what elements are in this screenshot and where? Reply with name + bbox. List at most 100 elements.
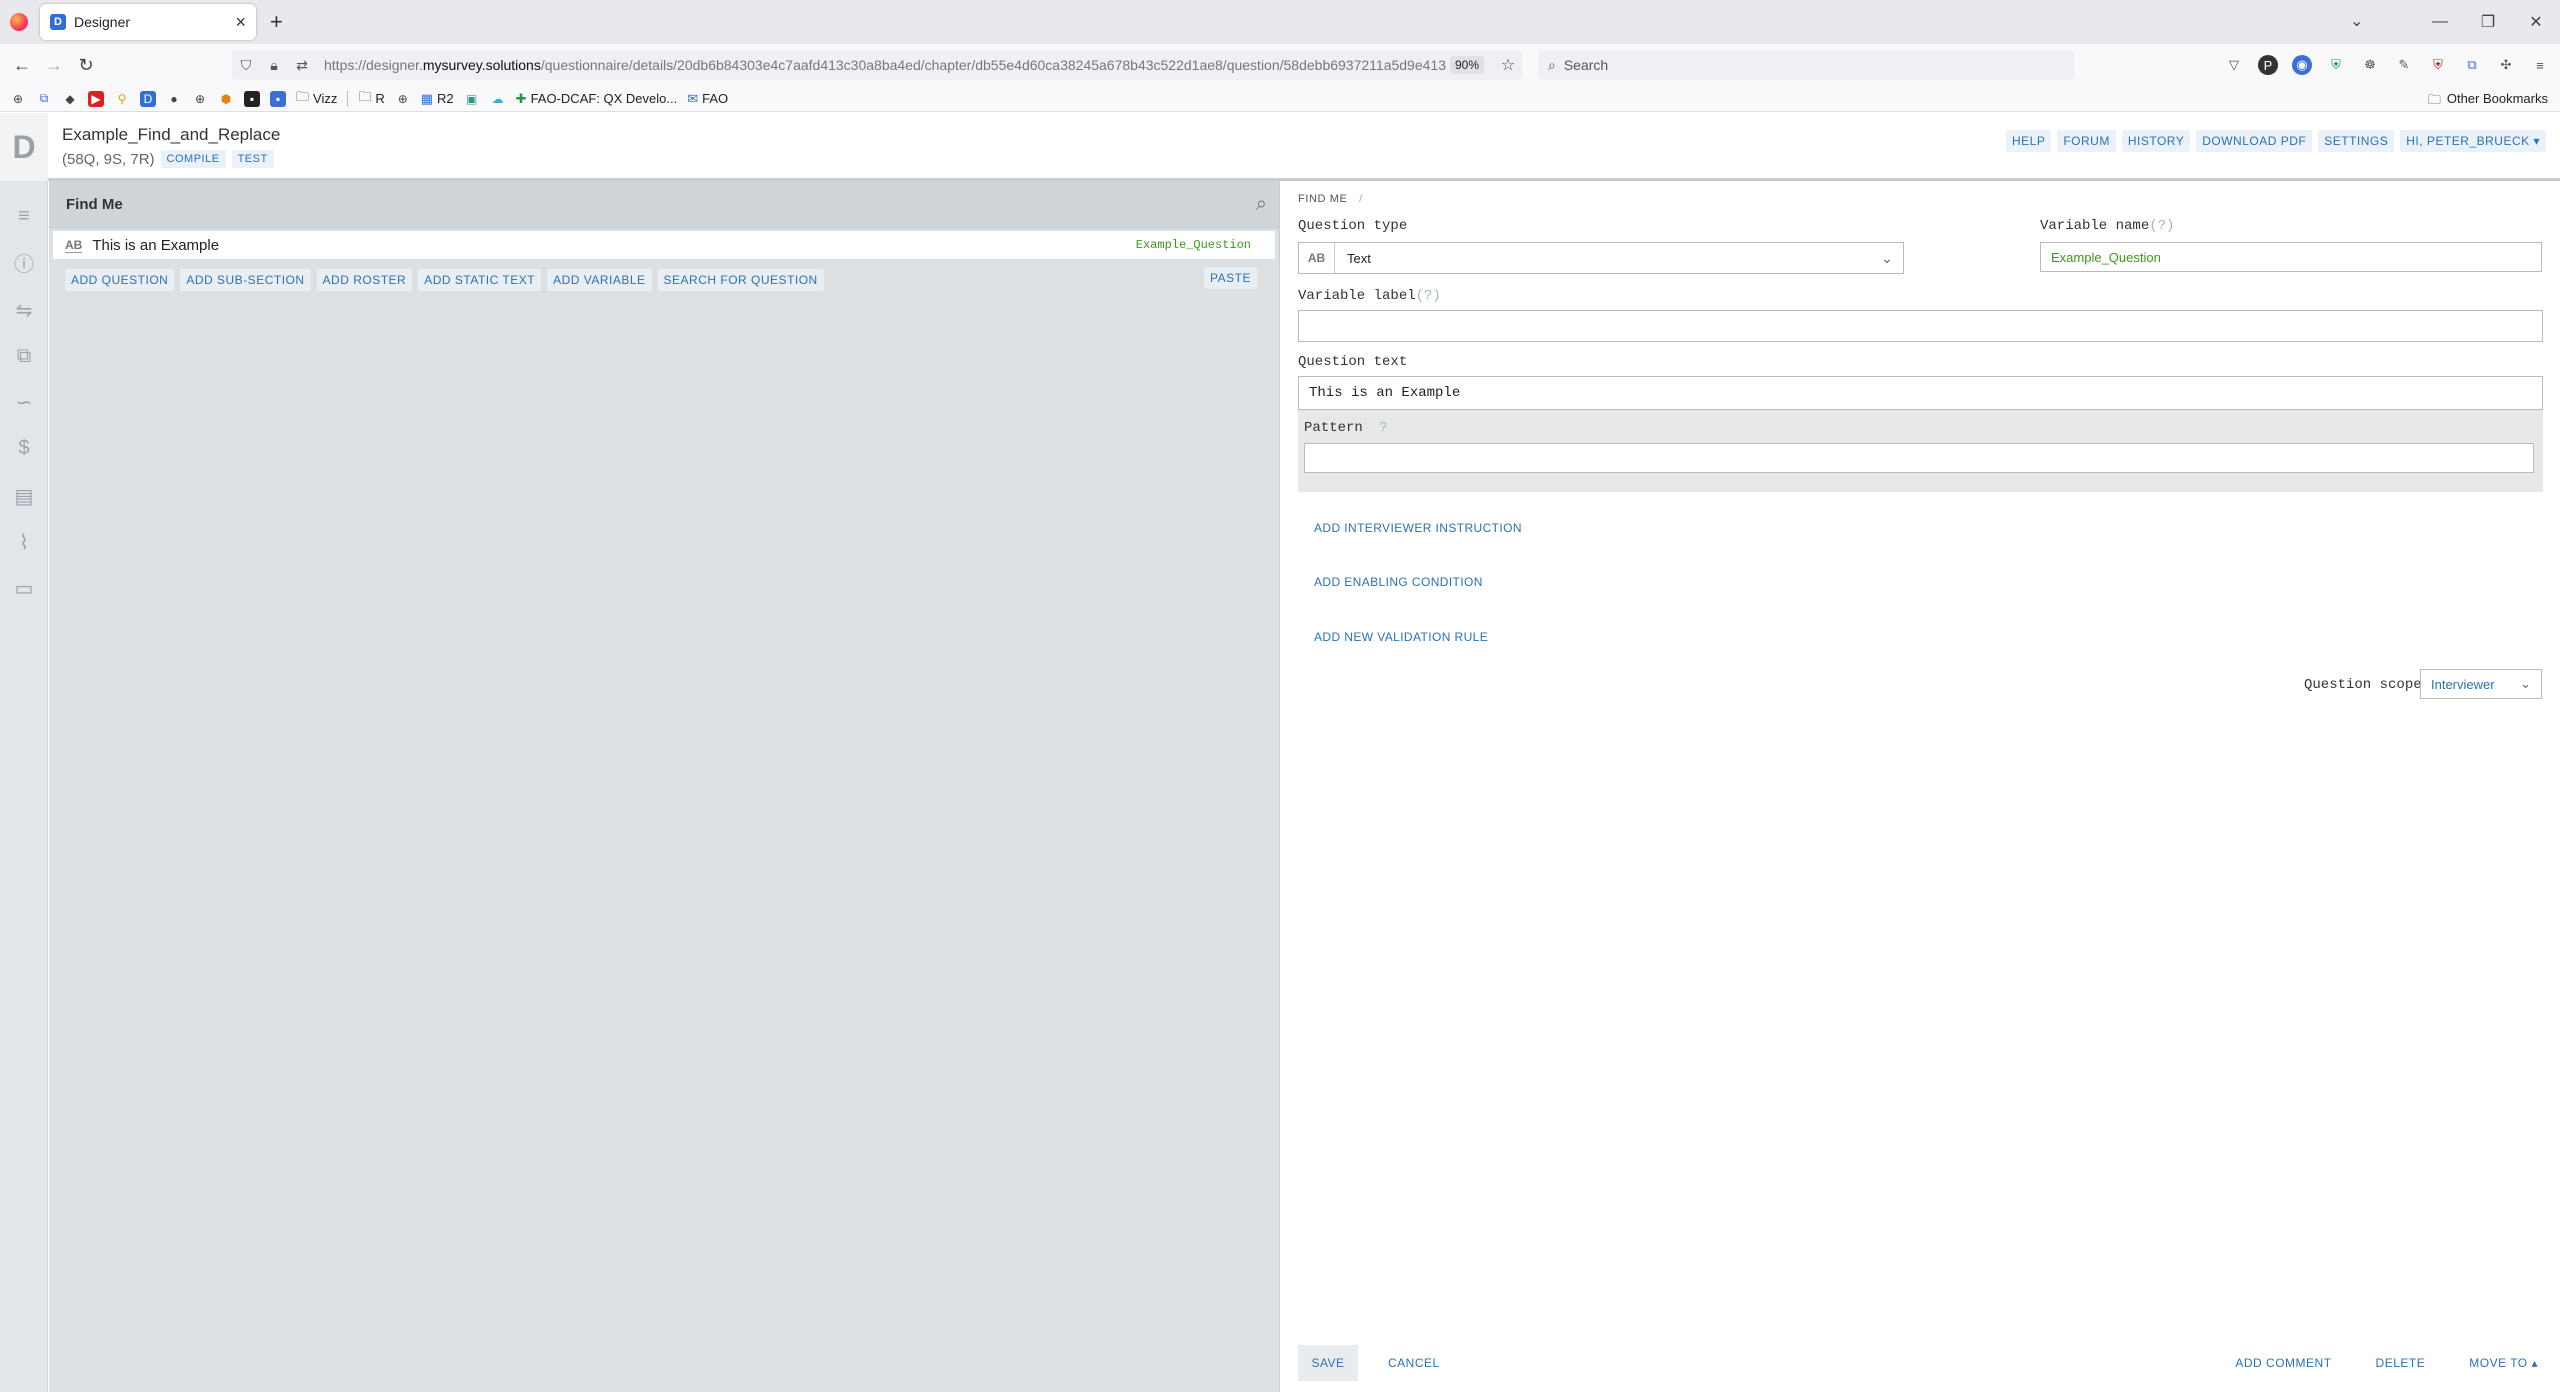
add-static-text-button[interactable]: ADD STATIC TEXT: [418, 269, 542, 291]
compile-button[interactable]: COMPILE: [160, 150, 226, 168]
attachments-icon[interactable]: ⌇: [0, 527, 48, 557]
question-type-select[interactable]: AB Text ⌄: [1298, 242, 1904, 274]
url-bar[interactable]: ⛉ 🔒︎ ⇄ https://designer.mysurvey.solutio…: [232, 50, 1522, 80]
comments-icon[interactable]: ▭: [0, 573, 48, 603]
search-placeholder: Search: [1563, 57, 1609, 73]
bookmark-r2[interactable]: ▦ R2: [421, 91, 454, 107]
save-button[interactable]: SAVE: [1298, 1345, 1358, 1381]
add-variable-button[interactable]: ADD VARIABLE: [547, 269, 652, 291]
paste-button[interactable]: PASTE: [1204, 267, 1257, 289]
add-enabling-condition-link[interactable]: ADD ENABLING CONDITION: [1314, 575, 1483, 589]
designer-favicon-icon: D: [50, 14, 66, 30]
tab-close-icon[interactable]: ×: [235, 12, 246, 33]
add-roster-button[interactable]: ADD ROSTER: [316, 269, 413, 291]
add-validation-rule-link[interactable]: ADD NEW VALIDATION RULE: [1314, 630, 1488, 644]
extension-green-shield-icon[interactable]: ⛨: [2326, 55, 2346, 75]
user-menu[interactable]: HI, PETER_BRUECK ▾: [2400, 130, 2546, 152]
bookmark-blue-icon[interactable]: ▪: [270, 90, 286, 107]
lock-icon[interactable]: 🔒︎: [260, 57, 288, 74]
categories-icon[interactable]: ⧉: [0, 341, 48, 371]
restore-icon[interactable]: ❐: [2464, 12, 2512, 32]
add-comment-button[interactable]: ADD COMMENT: [2235, 1356, 2331, 1370]
youtube-icon[interactable]: ▶: [88, 90, 104, 107]
bookmark-cloud-icon[interactable]: ☁: [490, 91, 506, 107]
breadcrumb-section[interactable]: FIND ME: [1298, 193, 1347, 205]
extension-blue-icon[interactable]: ◉: [2292, 55, 2312, 75]
bookmark-label: FAO-DCAF: QX Develo...: [530, 91, 678, 106]
question-scope-select[interactable]: Interviewer ⌄: [2420, 669, 2542, 699]
tracking-shield-icon[interactable]: ⛉: [232, 57, 260, 74]
question-text-input[interactable]: This is an Example: [1298, 376, 2543, 410]
permissions-icon[interactable]: ⇄: [288, 57, 316, 74]
url-text[interactable]: https://designer.mysurvey.solutions/ques…: [316, 57, 1450, 73]
help-link[interactable]: HELP: [2005, 130, 2052, 152]
browser-search-bar[interactable]: ⌕ Search: [1538, 50, 2074, 80]
forward-icon[interactable]: →: [38, 55, 70, 76]
settings-link[interactable]: SETTINGS: [2318, 130, 2395, 152]
bookmark-terminal-icon[interactable]: ▪: [244, 90, 260, 107]
other-bookmarks[interactable]: 🗀︎ Other Bookmarks: [2428, 91, 2548, 113]
scenarios-icon[interactable]: ∽: [0, 387, 48, 417]
extension-swirl-icon[interactable]: ☸: [2360, 55, 2380, 75]
zoom-level[interactable]: 90%: [1449, 56, 1484, 74]
variable-label-help-icon[interactable]: (?): [1416, 288, 1441, 304]
test-button[interactable]: TEST: [231, 150, 274, 168]
github-icon[interactable]: ●: [166, 91, 182, 107]
bookmark-globe-2-icon[interactable]: ⊕: [395, 91, 411, 107]
variable-name-input[interactable]: Example_Question: [2040, 242, 2542, 272]
reload-icon[interactable]: ↻: [70, 55, 102, 76]
pocket-icon[interactable]: ▽: [2224, 55, 2244, 75]
variable-label-input[interactable]: [1298, 310, 2543, 342]
extension-p-icon[interactable]: P: [2258, 55, 2278, 75]
menu-hamburger-icon[interactable]: ≡: [2530, 55, 2550, 75]
tab-list-chevron-icon[interactable]: ⌄: [2350, 11, 2363, 31]
bookmark-designer-icon[interactable]: D: [140, 90, 156, 107]
outlook-icon: ✉: [687, 90, 699, 106]
tree-question-row[interactable]: AB This is an Example Example_Question: [53, 231, 1275, 259]
chevron-down-icon: ⌄: [2520, 676, 2531, 691]
bookmark-github-dark-icon[interactable]: ◆: [62, 91, 78, 107]
extension-translate-icon[interactable]: ⧉: [2462, 55, 2482, 75]
search-icon[interactable]: ⌕: [1256, 193, 1267, 216]
bookmark-fao[interactable]: ✉ FAO: [687, 91, 728, 107]
move-to-button[interactable]: MOVE TO ▴: [2469, 1356, 2538, 1370]
pattern-help-icon[interactable]: ?: [1379, 420, 1387, 436]
info-icon[interactable]: ⓘ: [0, 247, 48, 277]
window-close-icon[interactable]: ✕: [2512, 12, 2560, 32]
browser-tab-designer[interactable]: D Designer ×: [40, 4, 256, 40]
bookmark-folder-r[interactable]: 🗀︎ R: [358, 88, 384, 110]
delete-button[interactable]: DELETE: [2376, 1356, 2426, 1370]
designer-logo-icon[interactable]: D: [0, 113, 48, 181]
bookmark-translate-icon[interactable]: ⧉: [36, 91, 52, 107]
chapters-menu-icon[interactable]: ≡: [0, 201, 48, 231]
search-for-question-button[interactable]: SEARCH FOR QUESTION: [657, 269, 824, 291]
add-question-button[interactable]: ADD QUESTION: [65, 269, 175, 291]
forum-link[interactable]: FORUM: [2057, 130, 2116, 152]
add-subsection-button[interactable]: ADD SUB-SECTION: [180, 269, 311, 291]
globe-icon[interactable]: ⊕: [10, 91, 26, 107]
extension-red-shield-icon[interactable]: ⛨: [2428, 55, 2448, 75]
minimize-icon[interactable]: —: [2416, 13, 2464, 31]
cancel-button[interactable]: CANCEL: [1388, 1356, 1440, 1370]
extension-pen-icon[interactable]: ✎: [2394, 55, 2414, 75]
maps-pin-icon[interactable]: ⚲: [114, 91, 130, 107]
folder-icon: 🗀︎: [358, 88, 372, 104]
back-icon[interactable]: ←: [6, 55, 38, 76]
bookmark-teal-icon[interactable]: ▣: [464, 91, 480, 107]
bookmark-hex-icon[interactable]: ⬢: [218, 91, 234, 107]
tab-title: Designer: [74, 14, 131, 30]
history-link[interactable]: HISTORY: [2121, 130, 2191, 152]
translations-icon[interactable]: ⇋: [0, 295, 48, 325]
download-pdf-link[interactable]: DOWNLOAD PDF: [2196, 130, 2313, 152]
lookup-tables-icon[interactable]: ▤: [0, 481, 48, 511]
extensions-puzzle-icon[interactable]: ✣: [2496, 55, 2516, 75]
pattern-input[interactable]: [1304, 443, 2534, 473]
new-tab-icon[interactable]: +: [270, 9, 283, 35]
bookmark-globe-icon[interactable]: ⊕: [192, 91, 208, 107]
add-interviewer-instruction-link[interactable]: ADD INTERVIEWER INSTRUCTION: [1314, 521, 1522, 535]
bookmark-star-icon[interactable]: ☆: [1494, 55, 1522, 75]
bookmark-folder-vizz[interactable]: 🗀︎ Vizz: [296, 88, 337, 110]
variable-name-help-icon[interactable]: (?): [2149, 218, 2174, 234]
macros-icon[interactable]: $: [0, 433, 48, 463]
bookmark-fao-dcaf[interactable]: ✚ FAO-DCAF: QX Develo...: [516, 91, 678, 107]
